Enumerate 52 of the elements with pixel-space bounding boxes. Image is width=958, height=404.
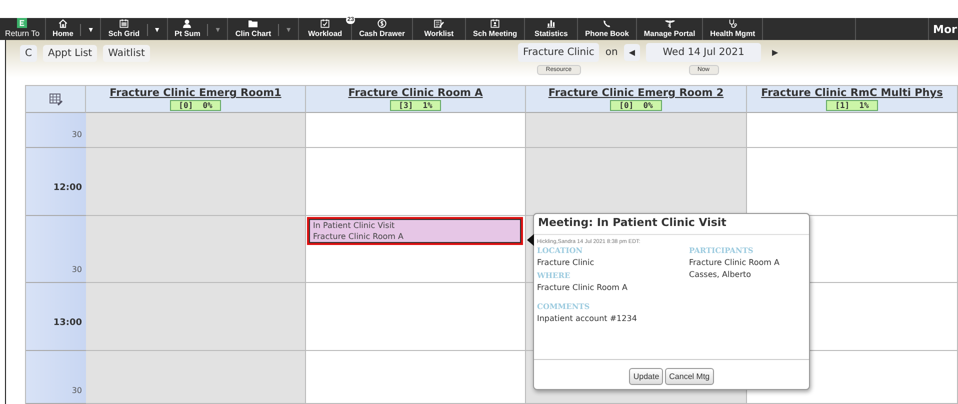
unavailable-slot[interactable] <box>86 216 306 283</box>
on-label: on <box>605 47 618 58</box>
time-slot[interactable] <box>306 351 526 404</box>
time-slot[interactable] <box>747 113 958 148</box>
refresh-button[interactable]: C <box>20 45 37 62</box>
calendar-icon <box>116 19 131 28</box>
time-slot[interactable]: In Patient Clinic Visit Fracture Clinic Room A <box>306 216 526 283</box>
time-label: 30 <box>72 386 82 395</box>
previous-button[interactable]: ◀ <box>624 44 640 61</box>
time-slot[interactable] <box>306 113 526 148</box>
time-label: 30 <box>72 130 82 139</box>
detail-text: Fracture Clinic Room A <box>537 283 628 292</box>
time-slot[interactable] <box>306 148 526 216</box>
detail-text: Inpatient account #1234 <box>537 314 638 323</box>
letter-tile-icon <box>15 18 30 28</box>
toolbar-button[interactable]: Return To <box>0 18 45 40</box>
unavailable-slot[interactable] <box>86 113 306 148</box>
usage-badge: [0] 0% <box>170 100 222 111</box>
time-label: 12:00 <box>53 183 82 193</box>
tab[interactable]: Waitlist <box>103 45 150 62</box>
unavailable-slot[interactable] <box>526 148 747 216</box>
column-heading[interactable]: Fracture Clinic Emerg Room 2 <box>548 87 724 99</box>
time-slot[interactable] <box>306 283 526 351</box>
column-heading[interactable]: Fracture Clinic RmC Multi Phys <box>761 87 943 99</box>
pointer-icon <box>527 234 534 246</box>
detail-text: Fracture Clinic Room A <box>689 258 780 267</box>
next-button[interactable]: ▶ <box>767 44 784 61</box>
date-button[interactable]: Wed 14 Jul 2021 <box>646 43 762 62</box>
usage-badge: [3] 1% <box>390 100 442 111</box>
appointment-block[interactable]: In Patient Clinic Visit Fracture Clinic Room A <box>307 217 523 245</box>
tab[interactable]: Appt List <box>42 45 98 62</box>
detail-text: Fracture Clinic <box>537 258 596 267</box>
calendar-person-icon <box>488 19 502 28</box>
grid-settings-icon <box>48 92 62 106</box>
detail-text: Casses, Alberto <box>689 270 752 279</box>
popup-button[interactable]: Update <box>629 368 664 385</box>
clinic-button[interactable]: Fracture Clinic <box>518 43 600 62</box>
time-label: 30 <box>72 265 82 274</box>
unavailable-slot[interactable] <box>86 283 306 351</box>
column-heading[interactable]: Fracture Clinic Emerg Room1 <box>110 87 282 99</box>
folder-icon <box>246 19 260 28</box>
usage-badge: [0] 0% <box>610 100 662 111</box>
popup-button[interactable]: Cancel Mtg <box>665 368 714 385</box>
unavailable-slot[interactable] <box>86 148 306 216</box>
usage-badge: [1] 1% <box>826 100 878 111</box>
unavailable-slot[interactable] <box>86 351 306 404</box>
popup-title: Meeting: In Patient Clinic Visit <box>534 214 809 235</box>
calendar-check-icon <box>318 19 332 28</box>
unavailable-slot[interactable] <box>526 113 747 148</box>
time-label: 13:00 <box>53 318 82 328</box>
dollar-coin-icon <box>375 19 390 28</box>
column-heading[interactable]: Fracture Clinic Room A <box>348 87 483 99</box>
